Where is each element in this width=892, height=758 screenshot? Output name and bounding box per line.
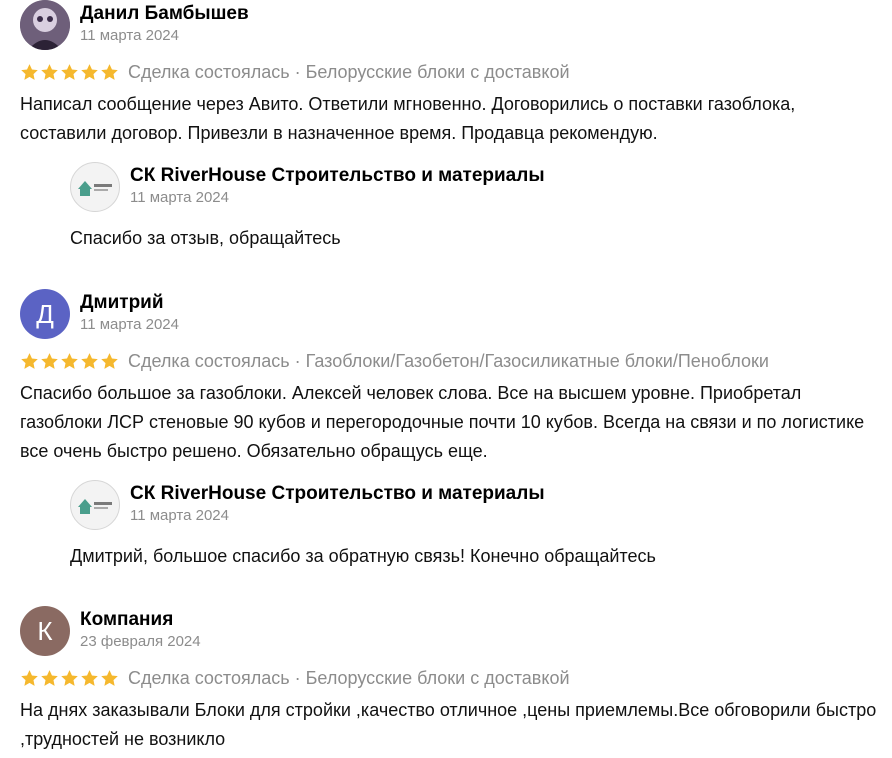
avatar-photo-icon xyxy=(20,0,70,50)
author-name[interactable]: Дмитрий xyxy=(80,291,179,315)
rating-row: Сделка состоялась · Газоблоки/Газобетон/… xyxy=(20,349,880,373)
reply-author-name[interactable]: СК RiverHouse Строительство и материалы xyxy=(130,482,545,506)
review-text: Написал сообщение через Авито. Ответили … xyxy=(20,94,796,143)
avatar[interactable] xyxy=(20,0,70,50)
seller-avatar[interactable] xyxy=(70,162,120,212)
rating-stars xyxy=(20,352,120,371)
review-author-row: Д Дмитрий 11 марта 2024 xyxy=(20,289,880,339)
review-card: К Компания 23 февраля 2024 Сделка состоя… xyxy=(20,606,880,754)
review-author-row: К Компания 23 февраля 2024 xyxy=(20,606,880,656)
reply-text: Дмитрий, большое спасибо за обратную свя… xyxy=(70,546,656,566)
deal-info: Сделка состоялась · Белорусские блоки с … xyxy=(128,61,570,82)
star-icon xyxy=(81,352,98,369)
riverhouse-logo-icon xyxy=(78,181,112,196)
review-date: 23 февраля 2024 xyxy=(80,633,201,650)
rating-row: Сделка состоялась · Белорусские блоки с … xyxy=(20,60,880,84)
reply-author-name[interactable]: СК RiverHouse Строительство и материалы xyxy=(130,164,545,188)
reply-author-row: СК RiverHouse Строительство и материалы … xyxy=(70,162,870,212)
reply-text: Спасибо за отзыв, обращайтесь xyxy=(70,228,341,248)
deal-info: Сделка состоялась · Газоблоки/Газобетон/… xyxy=(128,350,769,371)
star-icon xyxy=(41,352,58,369)
review-card: Данил Бамбышев 11 марта 2024 Сделка сост… xyxy=(20,0,880,148)
review-date: 11 марта 2024 xyxy=(80,316,179,333)
seller-reply: СК RiverHouse Строительство и материалы … xyxy=(70,480,870,568)
star-icon xyxy=(21,352,38,369)
riverhouse-logo-icon xyxy=(78,499,112,514)
author-name[interactable]: Данил Бамбышев xyxy=(80,2,249,26)
review-text: Спасибо большое за газоблоки. Алексей че… xyxy=(20,383,865,461)
seller-reply: СК RiverHouse Строительство и материалы … xyxy=(70,162,870,250)
star-icon xyxy=(61,352,78,369)
star-icon xyxy=(101,352,118,369)
seller-avatar[interactable] xyxy=(70,480,120,530)
star-icon xyxy=(81,669,98,686)
star-icon xyxy=(61,669,78,686)
review-card: Д Дмитрий 11 марта 2024 Сделка состоялас… xyxy=(20,289,880,466)
star-icon xyxy=(21,63,38,80)
rating-stars xyxy=(20,63,120,82)
avatar[interactable]: Д xyxy=(20,289,70,339)
star-icon xyxy=(81,63,98,80)
star-icon xyxy=(41,63,58,80)
rating-row: Сделка состоялась · Белорусские блоки с … xyxy=(20,666,880,690)
deal-info: Сделка состоялась · Белорусские блоки с … xyxy=(128,667,570,688)
star-icon xyxy=(101,63,118,80)
review-text: На днях заказывали Блоки для стройки ,ка… xyxy=(20,700,877,749)
rating-stars xyxy=(20,669,120,688)
reply-date: 11 марта 2024 xyxy=(130,189,229,206)
star-icon xyxy=(61,63,78,80)
author-name[interactable]: Компания xyxy=(80,608,201,632)
star-icon xyxy=(41,669,58,686)
reply-author-row: СК RiverHouse Строительство и материалы … xyxy=(70,480,870,530)
star-icon xyxy=(101,669,118,686)
star-icon xyxy=(21,669,38,686)
review-author-row: Данил Бамбышев 11 марта 2024 xyxy=(20,0,880,50)
reply-date: 11 марта 2024 xyxy=(130,507,229,524)
avatar[interactable]: К xyxy=(20,606,70,656)
review-date: 11 марта 2024 xyxy=(80,27,179,44)
